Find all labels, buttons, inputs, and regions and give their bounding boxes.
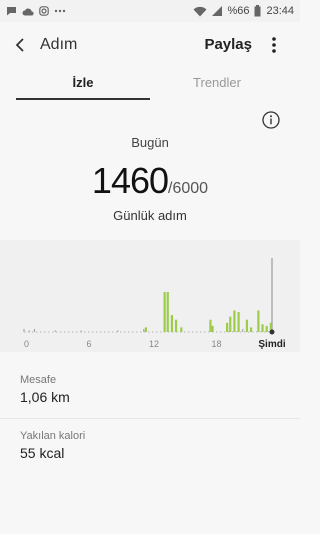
chart-bar: [174, 319, 178, 332]
chart-tick-label: 12: [149, 339, 159, 349]
status-right: %66 23:44: [193, 5, 294, 17]
chart-tick-label: 0: [24, 339, 29, 349]
cloud-icon: [22, 8, 34, 16]
hourly-steps-chart: 0 6 12 18 Şimdi: [0, 240, 300, 352]
chart-bar: [211, 325, 214, 332]
chart-bar: [242, 328, 244, 332]
info-button[interactable]: [262, 111, 280, 129]
info-icon: [262, 111, 280, 129]
status-left: [6, 6, 66, 16]
arrow-left-icon: [15, 38, 24, 52]
tab-izle[interactable]: İzle: [16, 68, 150, 100]
chart-bar: [180, 327, 183, 332]
battery-icon: [254, 5, 261, 17]
chart-bar: [237, 312, 240, 332]
day-label: Bugün: [131, 135, 169, 150]
step-count: 1460/6000: [0, 160, 300, 202]
more-options-button[interactable]: [264, 34, 284, 56]
chart-bar: [166, 292, 169, 332]
battery-percent: %66: [227, 5, 250, 17]
step-caption: Günlük adım: [113, 208, 187, 223]
chart-bar: [226, 322, 229, 332]
calories-label: Yakılan kalori: [20, 430, 86, 442]
chart-bar: [229, 316, 232, 332]
more-vertical-icon: [272, 37, 276, 53]
calories-value: 55 kcal: [20, 445, 65, 461]
step-value: 1460: [91, 160, 169, 201]
chart-bar: [23, 328, 25, 332]
page-title: Adım: [40, 36, 78, 53]
distance-stat: Mesafe 1,06 km: [20, 374, 70, 405]
chart-bar: [143, 328, 145, 332]
back-button[interactable]: [0, 22, 40, 68]
now-marker-dot: [269, 329, 275, 335]
wifi-icon: [193, 6, 207, 16]
step-goal: /6000: [168, 180, 209, 197]
share-button[interactable]: Paylaş: [204, 36, 252, 53]
status-bar: %66 23:44: [0, 0, 300, 22]
chart-bar: [233, 310, 236, 332]
chart-bar: [33, 328, 35, 332]
calories-stat: Yakılan kalori 55 kcal: [20, 430, 85, 461]
instagram-icon: [39, 6, 49, 16]
chart-bar: [245, 319, 249, 332]
app-bar: Adım Paylaş: [0, 22, 300, 68]
chart-tick-label: 6: [87, 339, 92, 349]
chart-bar: [28, 330, 30, 332]
chart-bar: [261, 324, 264, 332]
distance-label: Mesafe: [20, 374, 57, 386]
chart-bar: [80, 330, 82, 332]
chart-bar: [257, 310, 260, 332]
tab-trendler[interactable]: Trendler: [150, 68, 284, 100]
signal-icon: [212, 6, 223, 16]
distance-value: 1,06 km: [20, 389, 70, 405]
chart-bar: [163, 292, 166, 332]
chart-bar: [170, 315, 174, 332]
chart-bar: [54, 330, 56, 332]
clock: 23:44: [266, 5, 294, 17]
chart-bar: [144, 327, 147, 332]
hourly-steps-chart-svg: 0 6 12 18 Şimdi: [23, 258, 286, 350]
tab-bar: İzle Trendler: [16, 68, 284, 100]
chart-bar: [117, 330, 119, 332]
chart-bar: [209, 319, 212, 332]
chart-tick-label: 18: [212, 339, 222, 349]
chart-tick-label: Şimdi: [258, 339, 285, 350]
chat-bubble-icon: [7, 7, 16, 16]
chart-bar: [249, 327, 253, 332]
chart-bar: [265, 325, 268, 332]
divider: [0, 418, 300, 419]
more-notifications-icon: [54, 9, 66, 13]
